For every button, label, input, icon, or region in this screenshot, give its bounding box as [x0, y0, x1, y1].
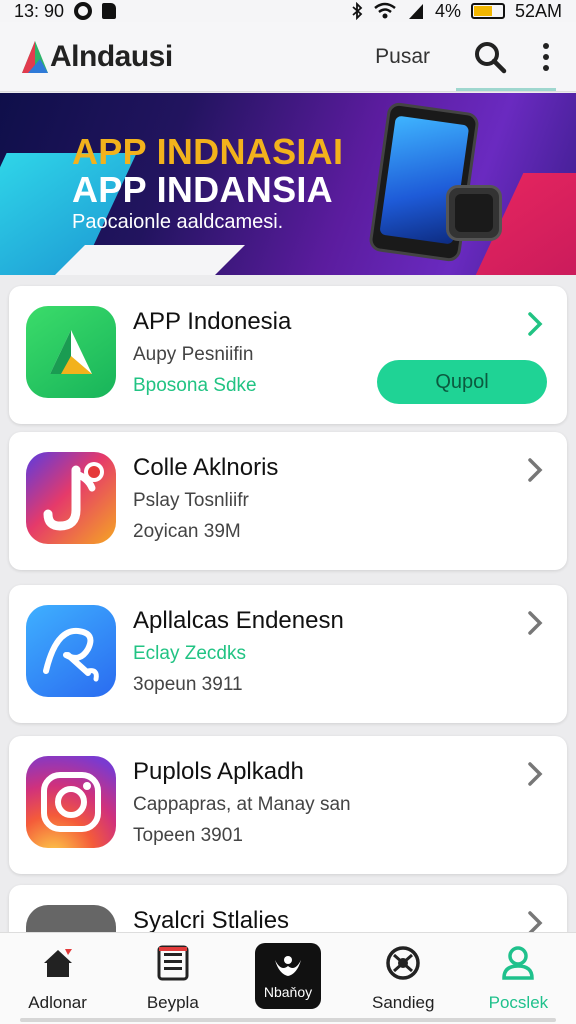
nav-label: Pocslek	[488, 993, 549, 1012]
sd-card-icon	[102, 3, 117, 19]
banner-title-primary: APP INDNASIAI	[72, 131, 344, 172]
app-name: APP Indonesia	[133, 308, 292, 335]
banner-title-secondary: APP INDANSIA	[72, 169, 333, 210]
app-developer: Pslay Tosnliifr	[133, 490, 249, 511]
bluetooth-icon	[352, 2, 363, 20]
logo-text: Alndausi	[50, 39, 173, 73]
nav-item-globe[interactable]: Sandieg	[346, 933, 461, 1024]
app-card[interactable]: Puplols Aplkadh Cappapras, at Manay san …	[9, 736, 567, 874]
app-name: Apllalcas Endenesn	[133, 607, 344, 634]
center-nav-button[interactable]: Nbaňoy	[255, 943, 321, 1009]
nav-item-home[interactable]: Adlonar	[0, 933, 115, 1024]
app-meta: Bposona Sdke	[133, 375, 257, 396]
install-button[interactable]: Qupol	[377, 360, 547, 404]
play-triangle-icon	[50, 330, 92, 374]
signal-icon	[408, 4, 423, 19]
music-note-icon	[43, 462, 104, 531]
app-developer: Eclay Zecdks	[133, 643, 246, 664]
app-meta: 2oyican 39M	[133, 521, 241, 542]
search-icon	[475, 41, 507, 73]
bird-icon	[275, 956, 301, 976]
camera-icon	[41, 772, 101, 832]
app-card[interactable]: Colle Aklnoris Pslay Tosnliifr 2oyican 3…	[9, 432, 567, 570]
app-icon-music	[26, 452, 116, 544]
home-indicator	[20, 1018, 556, 1022]
chevron-right-icon[interactable]	[525, 760, 545, 788]
wifi-icon	[374, 2, 396, 19]
profile-icon	[498, 943, 538, 983]
status-bar: 13: 90 4% 52AM	[0, 0, 576, 22]
list-icon	[153, 943, 193, 983]
status-time: 13: 90	[14, 0, 65, 21]
nav-label: Nbaňoy	[263, 984, 313, 1000]
battery-icon	[470, 3, 505, 19]
nav-label: Sandieg	[372, 993, 435, 1012]
app-meta: Topeen 3901	[133, 825, 243, 846]
app-icon-camera	[26, 756, 116, 848]
chevron-right-icon[interactable]	[525, 310, 545, 338]
app-name: Colle Aklnoris	[133, 454, 279, 481]
app-logo[interactable]: Alndausi	[20, 39, 173, 75]
more-dot-icon	[543, 42, 549, 49]
app-card[interactable]: APP Indonesia Aupy Pesniifin Bposona Sdk…	[9, 286, 567, 424]
promo-banner[interactable]: APP INDNASIAI APP INDANSIA Paocaionle aa…	[0, 93, 576, 275]
app-card[interactable]: Apllalcas Endenesn Eclay Zecdks 3opeun 3…	[9, 585, 567, 723]
search-button[interactable]	[470, 37, 510, 77]
smartwatch-illustration	[446, 185, 502, 241]
more-dot-icon	[543, 64, 549, 71]
app-bar: Alndausi Pusar	[0, 22, 576, 92]
chevron-right-icon[interactable]	[525, 456, 545, 484]
app-developer: Cappapras, at Manay san	[133, 794, 351, 815]
home-icon	[38, 943, 78, 983]
record-icon	[74, 2, 93, 20]
app-bar-underline	[456, 88, 556, 91]
app-icon-gesture	[26, 605, 116, 697]
nav-item-profile[interactable]: Pocslek	[461, 933, 576, 1024]
app-icon-play	[26, 306, 116, 398]
nav-item-list[interactable]: Beypla	[115, 933, 230, 1024]
banner-subtitle: Paocaionle aaldcamesi.	[72, 211, 284, 233]
status-left: 13: 90	[14, 0, 117, 22]
chevron-right-icon[interactable]	[525, 609, 545, 637]
app-developer: Aupy Pesniifin	[133, 344, 254, 365]
more-options-button[interactable]	[536, 37, 556, 77]
more-dot-icon	[543, 53, 549, 60]
nav-label: Adlonar	[28, 993, 87, 1012]
nav-label: Beypla	[146, 993, 199, 1012]
status-right: 4% 52AM	[351, 1, 562, 22]
nav-item-center[interactable]: Nbaňoy	[230, 933, 345, 1024]
battery-percent: 4%	[434, 0, 461, 21]
gesture-icon	[43, 627, 99, 682]
status-clock: 52AM	[514, 0, 562, 21]
globe-icon	[383, 943, 423, 983]
bottom-navigation: Adlonar Beypla Nbaňoy Sandieg Pocslek	[0, 932, 576, 1024]
app-name: Syalcri Stlalies	[133, 907, 290, 934]
menu-link[interactable]: Pusar	[375, 45, 430, 69]
app-meta: 3opeun 3911	[133, 674, 243, 695]
watch-screen	[455, 194, 493, 232]
logo-icon	[22, 40, 48, 73]
app-name: Puplols Aplkadh	[133, 758, 304, 785]
